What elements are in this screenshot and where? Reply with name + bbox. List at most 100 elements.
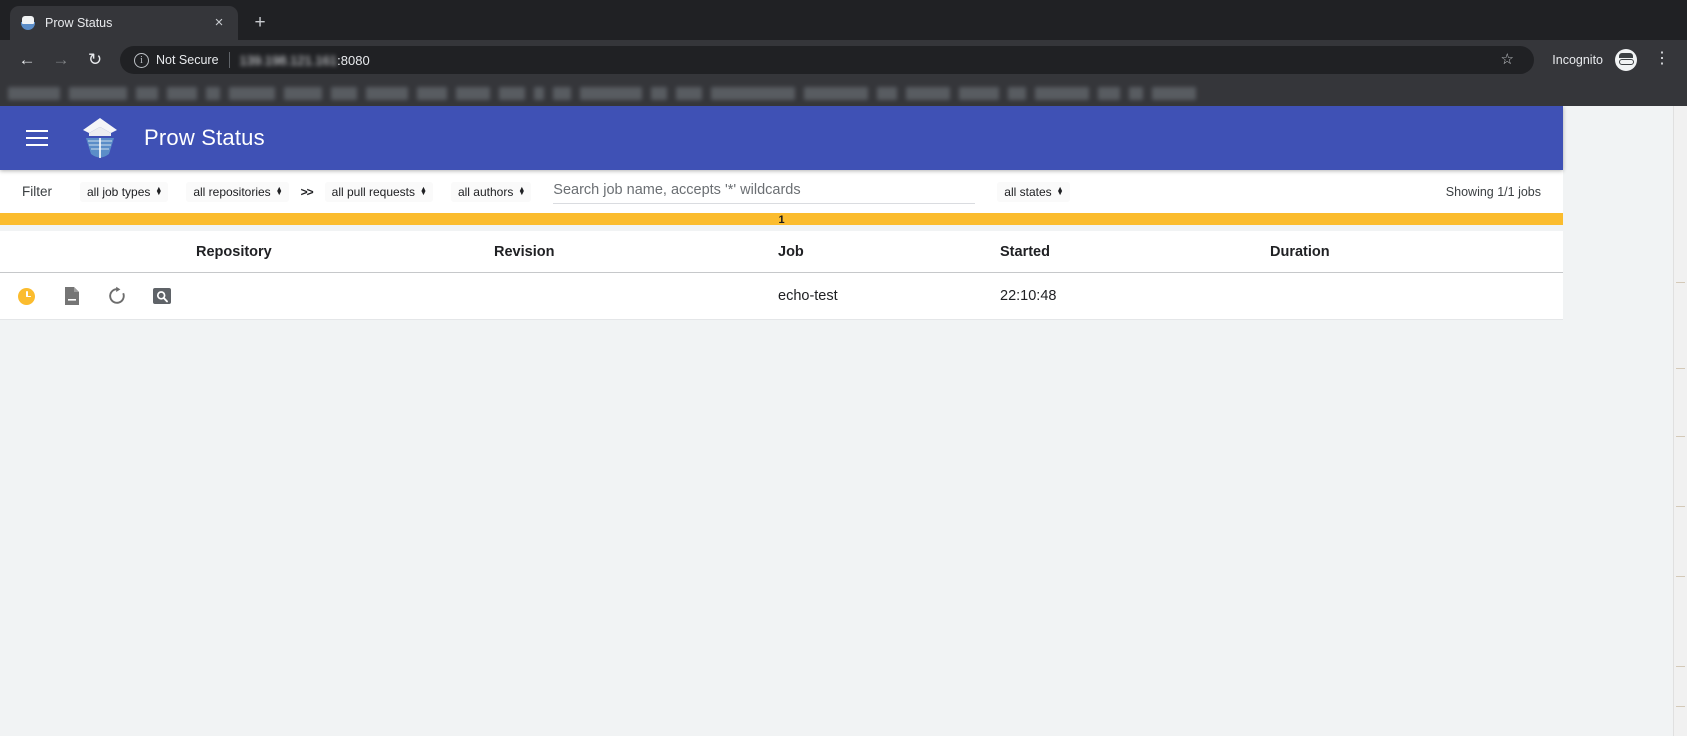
chevron-updown-icon: ▲ ▼ [155,185,163,197]
cell-duration [1270,272,1563,320]
bookmark-item[interactable] [676,86,702,100]
bookmark-item[interactable] [906,86,950,100]
table-header: Repository Revision Job Started Duration [0,231,1563,273]
bookmark-item[interactable] [69,86,127,100]
job-state-progress-bar[interactable]: 1 [0,213,1563,226]
close-tab-icon[interactable]: × [210,14,228,32]
bookmark-item[interactable] [229,86,275,100]
bookmark-item[interactable] [366,86,408,100]
states-value: all states [1004,184,1052,199]
bookmark-item[interactable] [417,86,447,100]
security-status-text: Not Secure [156,53,219,67]
back-button[interactable]: ← [12,45,42,75]
omnibox-divider [228,52,230,68]
filter-label: Filter [22,184,52,199]
column-header-duration: Duration [1270,231,1563,273]
incognito-avatar-icon[interactable] [1615,49,1637,71]
bookmark-item[interactable] [959,86,999,100]
rerun-button[interactable] [107,286,152,306]
filter-separator: >> [300,184,314,199]
filter-bar: Filter all job types ▲ ▼ all repositories… [0,170,1563,213]
column-header-job: Job [778,231,1000,273]
url-text: 139.198.121.161:8080 [240,53,370,68]
new-tab-button[interactable]: + [246,9,274,37]
pull-requests-dropdown[interactable]: all pull requests ▲ ▼ [324,181,433,202]
bookmark-item[interactable] [284,86,322,100]
table-header-row: Repository Revision Job Started Duration [0,231,1563,273]
bookmark-item[interactable] [877,86,897,100]
column-header-actions [0,231,196,273]
bookmark-item[interactable] [651,86,667,100]
bookmark-item[interactable] [8,86,60,100]
search-field-wrapper [553,179,976,204]
bookmark-item[interactable] [167,86,197,100]
bookmark-item[interactable] [331,86,357,100]
hamburger-menu-icon[interactable] [20,121,54,155]
browser-tab-prow-status[interactable]: Prow Status × [10,6,238,40]
url-host: 139.198.121.161 [239,52,338,68]
tab-strip: Prow Status × + [0,0,1687,40]
row-actions-cell [0,272,197,320]
bookmark-item[interactable] [1008,86,1026,100]
bookmark-item[interactable] [1152,86,1196,100]
authors-value: all authors [457,184,514,199]
chevron-updown-icon: ▲ ▼ [275,185,283,197]
bookmark-item[interactable] [206,86,220,100]
clock-icon [18,287,35,305]
job-list-table: Repository Revision Job Started Duration [0,231,1563,320]
cell-repository [196,272,494,320]
repositories-dropdown[interactable]: all repositories ▲ ▼ [186,181,289,202]
page-viewport: Prow Status Filter all job types ▲ ▼ all … [0,106,1687,736]
column-header-repository: Repository [196,231,494,273]
table-row[interactable]: echo-test 22:10:48 [0,272,1563,320]
bookmark-item[interactable] [711,86,795,100]
cell-job: echo-test [778,272,1000,320]
bookmark-item[interactable] [553,86,571,100]
search-input[interactable] [553,179,976,204]
prow-logo-icon[interactable] [76,114,124,162]
incognito-label: Incognito [1552,53,1603,67]
bookmark-item[interactable] [456,86,490,100]
bookmark-star-icon[interactable]: ☆ [1494,47,1520,73]
bookmark-item[interactable] [580,86,642,100]
bookmarks-bar [0,80,1687,106]
chevron-updown-icon: ▲ ▼ [420,185,427,197]
bookmark-item[interactable] [1098,86,1120,100]
reload-button[interactable]: ↻ [80,45,110,75]
bookmark-item[interactable] [1035,86,1089,100]
job-types-dropdown[interactable]: all job types ▲ ▼ [80,181,169,202]
browser-window: Prow Status × + ← → ↻ i Not Secure 139.1… [0,0,1687,736]
app-header: Prow Status [0,106,1563,170]
prow-favicon-icon [20,15,36,31]
forward-button[interactable]: → [46,45,76,75]
bookmark-item[interactable] [499,86,525,100]
table-body: echo-test 22:10:48 [0,272,1563,320]
job-types-value: all job types [87,184,151,199]
page-scrollbar[interactable] [1673,106,1687,736]
repositories-value: all repositories [193,184,271,199]
scrollbar-thumb[interactable] [1674,106,1686,292]
page-title: Prow Status [144,125,265,150]
chevron-updown-icon: ▲ ▼ [1056,185,1064,197]
bookmark-item[interactable] [534,86,544,100]
browser-toolbar: ← → ↻ i Not Secure 139.198.121.161:8080 … [0,40,1687,80]
address-bar[interactable]: i Not Secure 139.198.121.161:8080 ☆ [120,46,1535,74]
states-dropdown[interactable]: all states ▲ ▼ [997,181,1070,202]
column-header-started: Started [1000,231,1270,273]
authors-dropdown[interactable]: all authors ▲ ▼ [450,181,532,202]
info-icon[interactable]: i [134,52,149,68]
job-state-count: 1 [778,214,785,226]
chevron-updown-icon: ▲ ▼ [518,185,526,197]
bookmark-item[interactable] [1129,86,1143,100]
bookmark-item[interactable] [136,86,158,100]
showing-count-label: Showing 1/1 jobs [1445,184,1541,199]
artifacts-link[interactable] [63,286,108,306]
inspect-job-button[interactable] [152,287,197,305]
browser-menu-icon[interactable]: ⋮ [1649,47,1675,73]
tab-title: Prow Status [45,16,113,30]
column-header-revision: Revision [494,231,778,273]
pull-requests-value: all pull requests [331,184,416,199]
bookmark-item[interactable] [804,86,868,100]
job-state-cell[interactable] [18,287,63,305]
url-port: :8080 [337,52,370,68]
